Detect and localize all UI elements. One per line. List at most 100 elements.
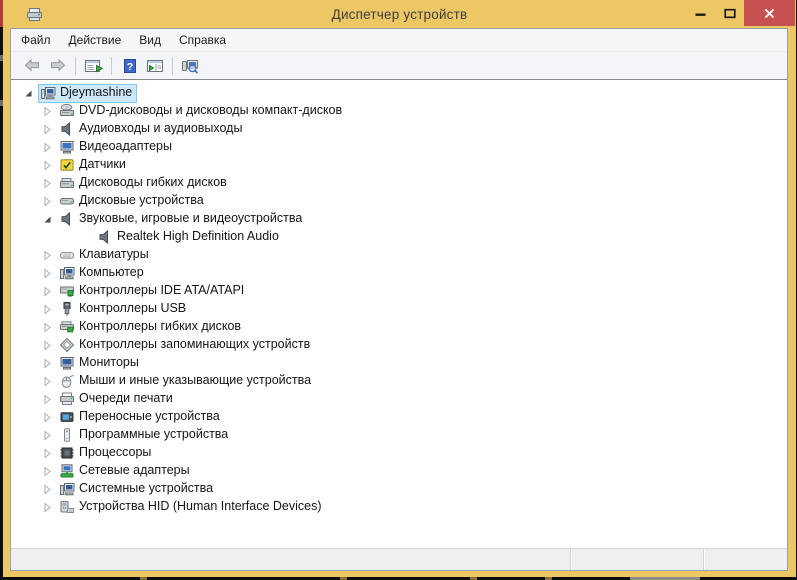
expander-collapsed-icon[interactable] (42, 160, 53, 171)
tree-item-label[interactable]: Дисководы гибких дисков (79, 175, 231, 191)
tree-row[interactable]: Дисководы гибких дисков (11, 174, 787, 192)
tree-node[interactable]: Сетевые адаптеры (57, 462, 195, 481)
expander-expanded-icon[interactable] (42, 214, 53, 225)
help-button[interactable]: ? (117, 55, 142, 77)
tree-node[interactable]: Клавиатуры (57, 246, 154, 265)
tree-row[interactable]: Программные устройства (11, 426, 787, 444)
tree-row[interactable]: Realtek High Definition Audio (11, 228, 787, 246)
minimize-button[interactable] (686, 0, 715, 26)
menu-file[interactable]: Файл (12, 30, 60, 50)
tree-row[interactable]: Системные устройства (11, 480, 787, 498)
tree-item-label[interactable]: Переносные устройства (79, 409, 224, 425)
tree-row[interactable]: Видеоадаптеры (11, 138, 787, 156)
tree-row[interactable]: Сетевые адаптеры (11, 462, 787, 480)
tree-item-label[interactable]: Очереди печати (79, 391, 177, 407)
tree-item-label[interactable]: Аудиовходы и аудиовыходы (79, 121, 246, 137)
tree-node[interactable]: Контроллеры IDE ATA/ATAPI (57, 282, 249, 301)
expander-collapsed-icon[interactable] (42, 196, 53, 207)
expander-expanded-icon[interactable] (23, 88, 34, 99)
tree-row[interactable]: Контроллеры USB (11, 300, 787, 318)
tree-row[interactable]: Процессоры (11, 444, 787, 462)
tree-node[interactable]: Дисководы гибких дисков (57, 174, 232, 193)
tree-item-label[interactable]: Мыши и иные указывающие устройства (79, 373, 315, 389)
tree-item-label[interactable]: Устройства HID (Human Interface Devices) (79, 499, 326, 515)
tree-row[interactable]: Мыши и иные указывающие устройства (11, 372, 787, 390)
expander-collapsed-icon[interactable] (42, 502, 53, 513)
tree-row[interactable]: DVD-дисководы и дисководы компакт-дисков (11, 102, 787, 120)
tree-node[interactable]: Видеоадаптеры (57, 138, 177, 157)
expander-collapsed-icon[interactable] (42, 178, 53, 189)
expander-collapsed-icon[interactable] (42, 340, 53, 351)
menu-help[interactable]: Справка (170, 30, 235, 50)
tree-item-label[interactable]: Realtek High Definition Audio (117, 229, 283, 245)
tree-item-label[interactable]: Djeymashine (60, 85, 136, 101)
tree-item-label[interactable]: Программные устройства (79, 427, 232, 443)
tree-node[interactable]: Звуковые, игровые и видеоустройства (57, 210, 307, 229)
tree-node[interactable]: Системные устройства (57, 480, 218, 499)
expander-collapsed-icon[interactable] (42, 106, 53, 117)
tree-node[interactable]: Мониторы (57, 354, 144, 373)
tree-row[interactable]: Звуковые, игровые и видеоустройства (11, 210, 787, 228)
tree-row[interactable]: Djeymashine (11, 84, 787, 102)
tree-row[interactable]: Аудиовходы и аудиовыходы (11, 120, 787, 138)
tree-item-label[interactable]: Процессоры (79, 445, 155, 461)
tree-node[interactable]: Программные устройства (57, 426, 233, 445)
tree-item-label[interactable]: Контроллеры запоминающих устройств (79, 337, 314, 353)
menu-view[interactable]: Вид (130, 30, 170, 50)
tree-row[interactable]: Контроллеры IDE ATA/ATAPI (11, 282, 787, 300)
expander-collapsed-icon[interactable] (42, 124, 53, 135)
maximize-button[interactable] (715, 0, 744, 26)
close-button[interactable] (744, 0, 795, 26)
tree-node[interactable]: Компьютер (57, 264, 149, 283)
tree-item-label[interactable]: Компьютер (79, 265, 148, 281)
tree-row[interactable]: Контроллеры запоминающих устройств (11, 336, 787, 354)
forward-button[interactable] (45, 55, 70, 77)
show-action-pane-button[interactable] (142, 55, 167, 77)
expander-collapsed-icon[interactable] (42, 304, 53, 315)
expander-collapsed-icon[interactable] (42, 376, 53, 387)
expander-collapsed-icon[interactable] (42, 268, 53, 279)
tree-item-label[interactable]: Контроллеры USB (79, 301, 190, 317)
tree-row[interactable]: Контроллеры гибких дисков (11, 318, 787, 336)
tree-node[interactable]: Процессоры (57, 444, 156, 463)
expander-collapsed-icon[interactable] (42, 322, 53, 333)
tree-item-label[interactable]: Дисковые устройства (79, 193, 208, 209)
title-bar[interactable]: Диспетчер устройств (3, 0, 796, 28)
tree-item-label[interactable]: DVD-дисководы и дисководы компакт-дисков (79, 103, 346, 119)
tree-row[interactable]: Датчики (11, 156, 787, 174)
tree-row[interactable]: Мониторы (11, 354, 787, 372)
tree-node[interactable]: Устройства HID (Human Interface Devices) (57, 498, 327, 517)
menu-action[interactable]: Действие (60, 30, 131, 50)
tree-node[interactable]: Контроллеры гибких дисков (57, 318, 246, 337)
show-console-tree-button[interactable] (81, 55, 106, 77)
expander-collapsed-icon[interactable] (42, 250, 53, 261)
tree-node[interactable]: Очереди печати (57, 390, 178, 409)
tree-node[interactable]: Переносные устройства (57, 408, 225, 427)
tree-item-label[interactable]: Контроллеры гибких дисков (79, 319, 245, 335)
expander-collapsed-icon[interactable] (42, 430, 53, 441)
scan-hardware-changes-button[interactable] (178, 55, 203, 77)
expander-collapsed-icon[interactable] (42, 142, 53, 153)
tree-item-label[interactable]: Контроллеры IDE ATA/ATAPI (79, 283, 248, 299)
expander-collapsed-icon[interactable] (42, 466, 53, 477)
tree-node[interactable]: Аудиовходы и аудиовыходы (57, 120, 247, 139)
tree-item-label[interactable]: Датчики (79, 157, 130, 173)
tree-node-selected[interactable]: Djeymashine (38, 84, 137, 103)
tree-row[interactable]: Дисковые устройства (11, 192, 787, 210)
tree-item-label[interactable]: Сетевые адаптеры (79, 463, 194, 479)
tree-item-label[interactable]: Мониторы (79, 355, 143, 371)
tree-item-label[interactable]: Звуковые, игровые и видеоустройства (79, 211, 306, 227)
tree-row[interactable]: Клавиатуры (11, 246, 787, 264)
expander-collapsed-icon[interactable] (42, 484, 53, 495)
expander-collapsed-icon[interactable] (42, 448, 53, 459)
expander-collapsed-icon[interactable] (42, 358, 53, 369)
tree-row[interactable]: Очереди печати (11, 390, 787, 408)
tree-item-label[interactable]: Системные устройства (79, 481, 217, 497)
tree-row[interactable]: Переносные устройства (11, 408, 787, 426)
tree-node[interactable]: Realtek High Definition Audio (95, 228, 284, 247)
expander-collapsed-icon[interactable] (42, 286, 53, 297)
expander-collapsed-icon[interactable] (42, 412, 53, 423)
tree-node[interactable]: Контроллеры запоминающих устройств (57, 336, 315, 355)
tree-row[interactable]: Компьютер (11, 264, 787, 282)
tree-node[interactable]: Мыши и иные указывающие устройства (57, 372, 316, 391)
